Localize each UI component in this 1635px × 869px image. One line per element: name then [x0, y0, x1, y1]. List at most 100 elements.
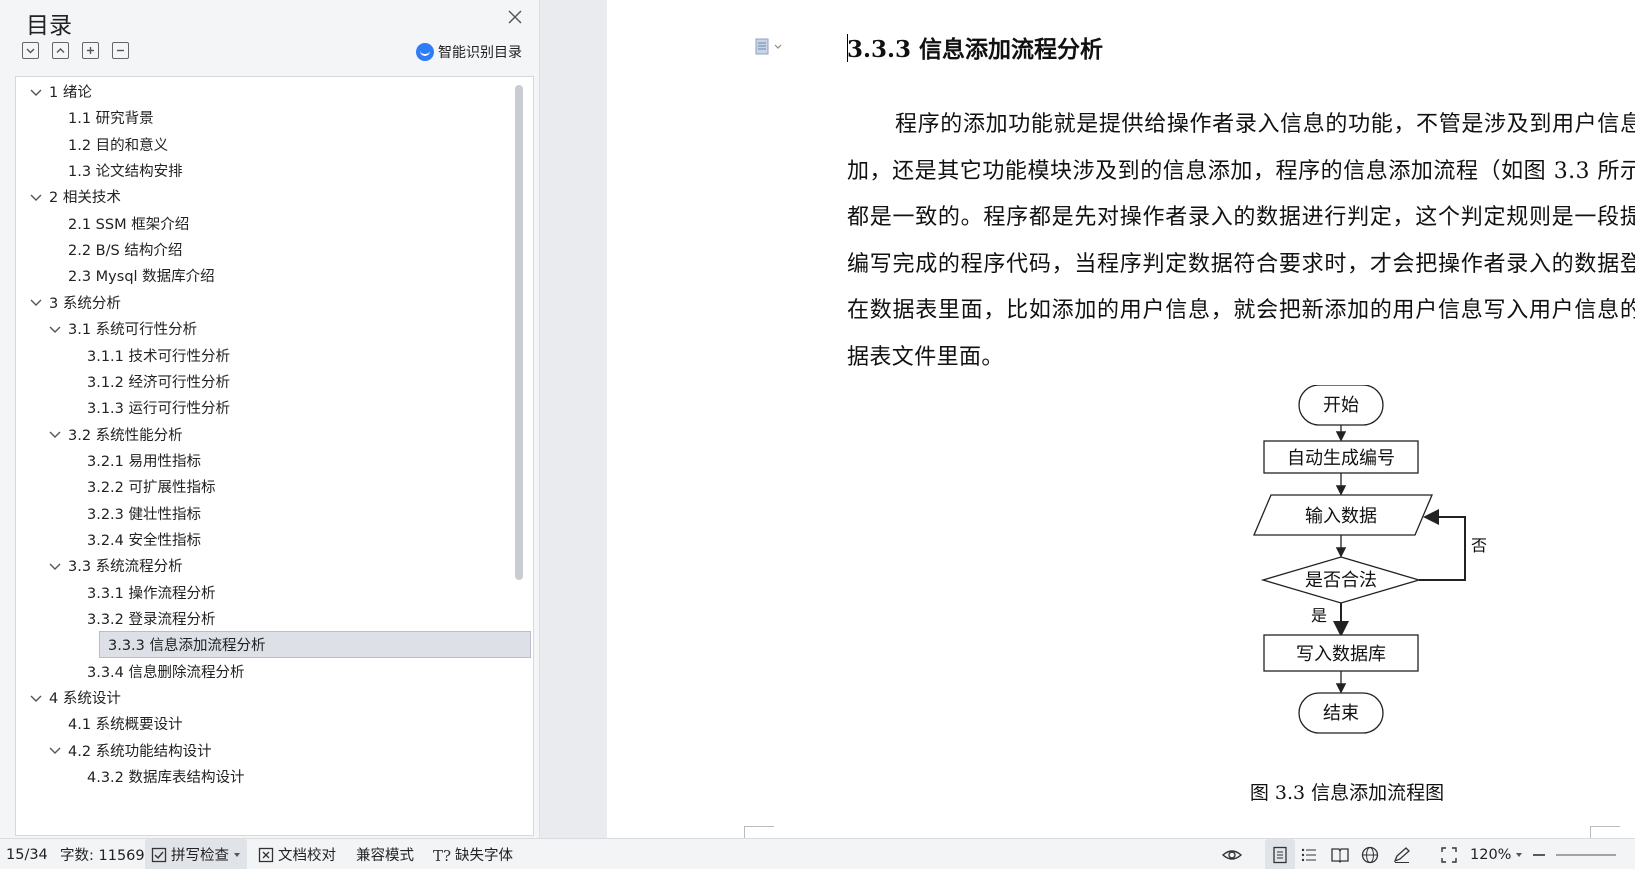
- flowchart: 开始 自动生成编号 输入数据 是否合法 否 是 写入数据库 结束: [1253, 385, 1487, 734]
- eye-protection-icon[interactable]: [1221, 839, 1243, 869]
- flow-step-auto-id-label: 自动生成编号: [1287, 448, 1395, 469]
- plus-icon[interactable]: [82, 42, 99, 59]
- expand-all-icon[interactable]: [22, 42, 39, 59]
- document-canvas: 3.3.3 信息添加流程分析 程序的添加功能就是提供给操作者录入信息的功能，不管…: [541, 0, 1635, 838]
- zoom-out-icon[interactable]: [1532, 839, 1546, 869]
- toc-item[interactable]: 3.2.1 易用性指标: [66, 447, 201, 474]
- toc-item[interactable]: 2 相关技术: [28, 183, 121, 210]
- toc-item[interactable]: 3.2.4 安全性指标: [66, 526, 201, 553]
- toc-item[interactable]: 4.2 系统功能结构设计: [47, 737, 212, 764]
- status-bar: 15/34 字数: 11569 拼写检查 文档校对 兼容模式 T? 缺失字体 1…: [0, 838, 1635, 869]
- proofread-button[interactable]: 文档校对: [258, 839, 336, 869]
- minus-icon[interactable]: [112, 42, 129, 59]
- toc-item-label: 4 系统设计: [49, 691, 121, 708]
- chevron-down-icon: [234, 852, 240, 857]
- toc-item[interactable]: 3.2.2 可扩展性指标: [66, 473, 216, 500]
- section-heading: 3.3.3 信息添加流程分析: [847, 36, 1104, 63]
- checkbox-icon: [151, 847, 167, 862]
- toc-item-label: 3.1.2 经济可行性分析: [87, 374, 231, 391]
- chevron-down-icon[interactable]: [28, 294, 44, 310]
- toc-item-label: 4.2 系统功能结构设计: [68, 743, 212, 760]
- figure-caption: 图 3.3 信息添加流程图: [1249, 782, 1445, 804]
- proofread-label: 文档校对: [278, 848, 336, 864]
- chevron-down-icon[interactable]: [47, 742, 63, 758]
- toc-panel: 目录 智能识别目录 1 绪论 1.1 研究背景 1.2 目的和意义 1.3 论文…: [0, 0, 540, 838]
- web-view-icon[interactable]: [1361, 839, 1379, 869]
- missing-font-label: 缺失字体: [455, 848, 513, 864]
- toc-item[interactable]: 3.2.3 健壮性指标: [66, 500, 201, 527]
- toc-item-label: 2.2 B/S 结构介绍: [68, 243, 183, 260]
- collapse-all-icon[interactable]: [52, 42, 69, 59]
- proofread-icon: [258, 847, 274, 862]
- toc-item[interactable]: 1.1 研究背景: [47, 104, 154, 131]
- toc-item[interactable]: 1 绪论: [28, 78, 92, 105]
- toc-item-label: 3.2.3 健壮性指标: [87, 506, 202, 523]
- spell-check-button[interactable]: 拼写检查: [145, 839, 247, 869]
- toc-item-label: 1.1 研究背景: [68, 111, 154, 128]
- zoom-dropdown[interactable]: 120%: [1470, 839, 1523, 869]
- toc-item-label: 3 系统分析: [49, 295, 121, 312]
- missing-font-button[interactable]: T? 缺失字体: [433, 839, 513, 869]
- spell-check-label: 拼写检查: [171, 848, 229, 864]
- smart-toc-button[interactable]: 智能识别目录: [416, 42, 522, 62]
- pen-icon[interactable]: [1392, 839, 1412, 869]
- chevron-down-icon[interactable]: [47, 426, 63, 442]
- toc-item[interactable]: 3.3 系统流程分析: [47, 552, 183, 579]
- toc-scrollbar[interactable]: [515, 85, 523, 580]
- chevron-down-icon[interactable]: [28, 690, 44, 706]
- toc-item[interactable]: 3.2 系统性能分析: [47, 421, 183, 448]
- toc-item[interactable]: 1.3 论文结构安排: [47, 157, 183, 184]
- flow-input-label: 输入数据: [1305, 506, 1377, 527]
- compat-mode[interactable]: 兼容模式: [356, 839, 414, 869]
- zoom-slider[interactable]: [1556, 839, 1616, 869]
- outline-view-icon[interactable]: [1300, 839, 1318, 869]
- flow-decision-label: 是否合法: [1305, 570, 1377, 591]
- toc-item-label: 4.1 系统概要设计: [68, 717, 183, 734]
- toc-item[interactable]: 3.3.4 信息删除流程分析: [66, 658, 245, 685]
- toc-item[interactable]: 3.1.2 经济可行性分析: [66, 368, 230, 395]
- chevron-down-icon[interactable]: [47, 558, 63, 574]
- toc-item[interactable]: 3.1.1 技术可行性分析: [66, 342, 230, 369]
- chevron-down-icon[interactable]: [28, 84, 44, 100]
- toc-list[interactable]: 1 绪论 1.1 研究背景 1.2 目的和意义 1.3 论文结构安排 2 相关技术 2.1…: [15, 76, 534, 836]
- toc-item[interactable]: 3 系统分析: [28, 289, 121, 316]
- reading-mode-icon[interactable]: [1330, 839, 1350, 869]
- toc-item[interactable]: 3.1.3 运行可行性分析: [66, 394, 230, 421]
- page-indicator[interactable]: 15/34: [6, 839, 48, 869]
- smart-toc-label: 智能识别目录: [438, 45, 522, 61]
- toc-item[interactable]: 3.3.3 信息添加流程分析: [99, 631, 531, 659]
- toc-title: 目录: [26, 13, 72, 39]
- flow-yes-label: 是: [1311, 606, 1327, 625]
- word-count[interactable]: 字数: 11569: [60, 839, 145, 869]
- toc-item[interactable]: 3.1 系统可行性分析: [47, 315, 197, 342]
- toc-item[interactable]: 3.3.2 登录流程分析: [66, 605, 216, 632]
- svg-text:T?: T?: [433, 847, 451, 863]
- toc-item-label: 2 相关技术: [49, 190, 121, 207]
- document-page[interactable]: 3.3.3 信息添加流程分析 程序的添加功能就是提供给操作者录入信息的功能，不管…: [607, 0, 1635, 838]
- chevron-down-icon[interactable]: [28, 189, 44, 205]
- toc-item[interactable]: 4 系统设计: [28, 684, 121, 711]
- zoom-value: 120%: [1470, 846, 1512, 863]
- toc-item-label: 1.2 目的和意义: [68, 137, 169, 154]
- toc-item[interactable]: 4.1 系统概要设计: [47, 710, 183, 737]
- document-format-icon[interactable]: [755, 38, 791, 56]
- toc-toolbar: [22, 42, 129, 62]
- page-corner-marker: [1590, 826, 1620, 838]
- toc-item[interactable]: 3.3.1 操作流程分析: [66, 579, 216, 606]
- toc-item-label: 3.3.2 登录流程分析: [87, 612, 216, 628]
- page-view-icon[interactable]: [1265, 839, 1295, 869]
- toc-item-label: 3.1.1 技术可行性分析: [87, 348, 231, 365]
- page-corner-marker: [744, 826, 774, 838]
- toc-item-label: 3.2 系统性能分析: [68, 427, 183, 444]
- toc-item[interactable]: 1.2 目的和意义: [47, 131, 168, 158]
- toc-item[interactable]: 2.2 B/S 结构介绍: [47, 236, 182, 263]
- close-icon[interactable]: [506, 8, 524, 26]
- smart-recognize-icon: [416, 43, 434, 61]
- chevron-down-icon[interactable]: [47, 321, 63, 337]
- toc-item[interactable]: 2.3 Mysql 数据库介绍: [47, 262, 215, 289]
- toc-item[interactable]: 2.1 SSM 框架介绍: [47, 210, 189, 237]
- fit-page-icon[interactable]: [1440, 839, 1458, 869]
- font-question-icon: T?: [433, 847, 451, 863]
- toc-item-label: 3.1 系统可行性分析: [68, 322, 198, 339]
- toc-item[interactable]: 4.3.2 数据库表结构设计: [66, 763, 245, 790]
